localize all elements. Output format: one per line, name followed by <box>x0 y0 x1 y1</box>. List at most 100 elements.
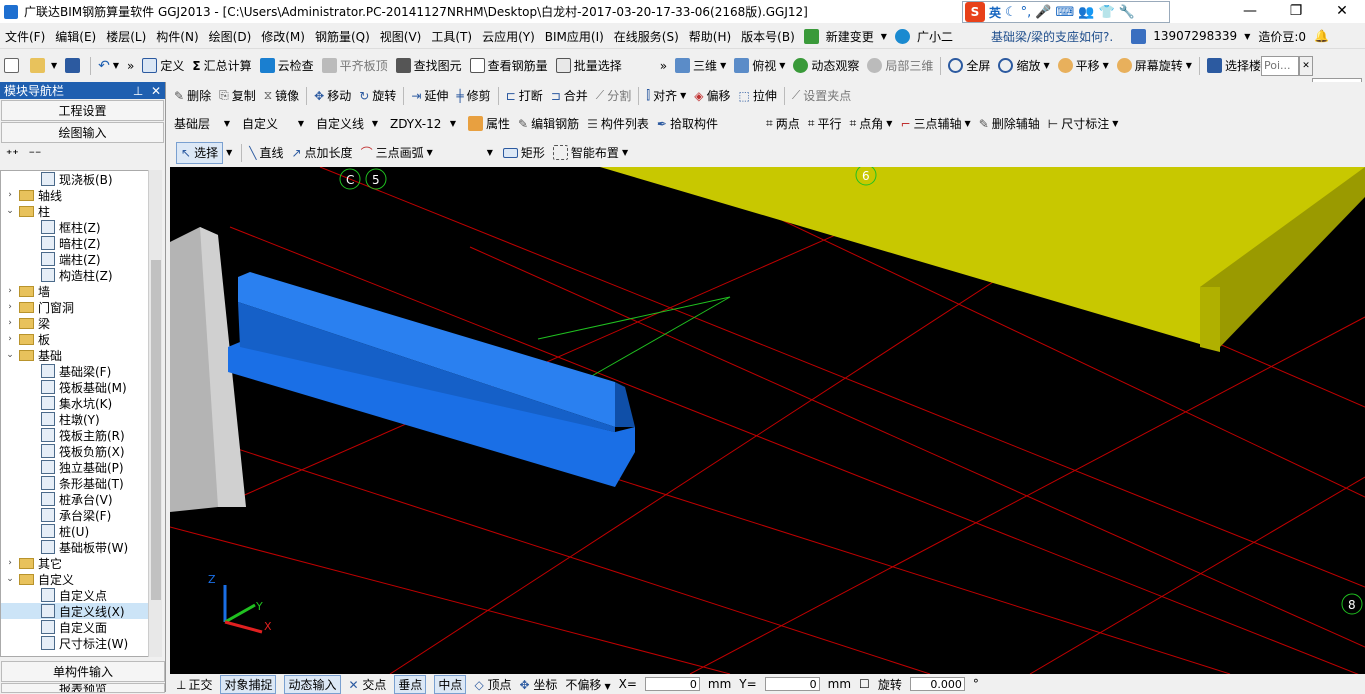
tree-item[interactable]: 构造柱(Z) <box>1 267 149 283</box>
wrench-icon[interactable]: 🔧 <box>1119 5 1135 20</box>
price-bean[interactable]: 造价豆:0 <box>1254 28 1310 45</box>
minimize-button[interactable]: — <box>1227 0 1273 22</box>
menu-help[interactable]: 帮助(H) <box>684 28 736 45</box>
coordinate-snap[interactable]: ✥ 坐标 <box>520 676 558 693</box>
split-button[interactable]: ⟋ 分割 <box>592 85 635 107</box>
expand-all-icon[interactable]: ⁺⁺ <box>6 147 19 161</box>
menu-draw[interactable]: 绘图(D) <box>204 28 257 45</box>
expand-icon[interactable]: › <box>5 318 15 328</box>
collapse-icon[interactable]: ⌄ <box>5 574 15 584</box>
sogou-ime-icon[interactable]: S <box>965 2 985 22</box>
set-grip-button[interactable]: ⟋ 设置夹点 <box>788 85 855 107</box>
menu-online-service[interactable]: 在线服务(S) <box>609 28 684 45</box>
tree-item[interactable]: 基础梁(F) <box>1 363 149 379</box>
more-icon[interactable]: » <box>656 55 671 77</box>
layer-select[interactable]: 基础层 ▼ <box>170 114 234 134</box>
extend-button[interactable]: ⇥ 延伸 <box>407 85 452 107</box>
tree-item[interactable]: 基础板带(W) <box>1 539 149 555</box>
tree-item[interactable]: 独立基础(P) <box>1 459 149 475</box>
expand-icon[interactable]: › <box>5 558 15 568</box>
skin-icon[interactable]: 👕 <box>1098 5 1114 20</box>
three-point-axis-button[interactable]: ⌐ 三点辅轴 ▼ <box>896 113 974 135</box>
rectangle-button[interactable]: 矩形 <box>499 142 549 164</box>
menu-tools[interactable]: 工具(T) <box>426 28 477 45</box>
cloud-check-button[interactable]: 云检查 <box>256 55 318 77</box>
foundation-beam-yellow[interactable] <box>600 167 1365 352</box>
category-select[interactable]: 自定义 ▼ <box>238 114 308 134</box>
object-snap-toggle[interactable]: 对象捕捉 <box>220 674 277 694</box>
trim-button[interactable]: ╪ 修剪 <box>452 85 494 107</box>
element-list-button[interactable]: ☰ 构件列表 <box>583 113 653 135</box>
tree-item[interactable]: 集水坑(K) <box>1 395 149 411</box>
tree-item[interactable]: 尺寸标注(W) <box>1 635 149 651</box>
restore-button[interactable]: ❐ <box>1273 0 1319 22</box>
flush-slab-button[interactable]: 平齐板顶 <box>318 55 392 77</box>
break-button[interactable]: ⊏ 打断 <box>502 85 547 107</box>
menu-file[interactable]: 文件(F) <box>0 28 50 45</box>
menu-bim[interactable]: BIM应用(I) <box>540 28 609 45</box>
delete-button[interactable]: ✎ 删除 <box>170 85 215 107</box>
chevron-down-icon[interactable]: ▼ <box>487 148 493 157</box>
tree-folder[interactable]: ⌄ 基础 <box>1 347 149 363</box>
search-input[interactable] <box>1260 55 1299 76</box>
menu-view[interactable]: 视图(V) <box>375 28 427 45</box>
rotate-checkbox[interactable]: ☐ <box>859 677 870 691</box>
undo-button[interactable]: ↶ ▼ <box>94 55 123 77</box>
tree-folder[interactable]: › 其它 <box>1 555 149 571</box>
line-button[interactable]: ╲ 直线 <box>245 142 287 164</box>
offset-mode-select[interactable]: 不偏移 ▼ <box>565 676 610 693</box>
save-button[interactable] <box>61 55 87 77</box>
element-select[interactable]: ZDYX-12 ▼ <box>386 114 460 134</box>
tree-item[interactable]: 桩承台(V) <box>1 491 149 507</box>
offset-button[interactable]: ◈ 偏移 <box>690 85 734 107</box>
rotate-button[interactable]: ↻ 旋转 <box>355 85 400 107</box>
tree-item[interactable]: 筏板基础(M) <box>1 379 149 395</box>
tree-item[interactable]: 筏板主筋(R) <box>1 427 149 443</box>
find-element-button[interactable]: 查找图元 <box>392 55 466 77</box>
collapse-all-icon[interactable]: ⁻⁻ <box>29 147 42 161</box>
ime-language-indicator[interactable]: 英 <box>989 4 1001 21</box>
bell-icon[interactable]: 🔔 <box>1310 29 1333 43</box>
collapse-icon[interactable]: ⌄ <box>5 206 15 216</box>
tree-item[interactable]: 自定义点 <box>1 587 149 603</box>
new-file-button[interactable] <box>0 55 26 77</box>
point-length-button[interactable]: ↗ 点加长度 <box>287 142 356 164</box>
intersection-snap[interactable]: ✕ 交点 <box>349 676 387 693</box>
property-button[interactable]: 属性 <box>464 113 514 135</box>
tree-folder[interactable]: › 轴线 <box>1 187 149 203</box>
midpoint-snap[interactable]: 中点 <box>434 674 467 694</box>
menu-rebar-quantity[interactable]: 钢筋量(Q) <box>310 28 375 45</box>
select-button[interactable]: ↖ 选择 <box>176 141 224 164</box>
3d-viewport[interactable]: C 5 6 8 Z Y X <box>170 167 1365 674</box>
tree-item[interactable]: 桩(U) <box>1 523 149 539</box>
dimension-button[interactable]: ⊢ 尺寸标注 ▼ <box>1044 113 1123 135</box>
merge-button[interactable]: ⊐ 合并 <box>547 85 592 107</box>
menu-floor[interactable]: 楼层(L) <box>101 28 151 45</box>
tree-item[interactable]: 端柱(Z) <box>1 251 149 267</box>
select-floor-button[interactable]: 选择楼 <box>1203 55 1261 77</box>
perpendicular-snap[interactable]: 垂点 <box>394 674 427 694</box>
view-rebar-button[interactable]: 查看钢筋量 <box>466 55 552 77</box>
collapse-icon[interactable]: ⌄ <box>5 350 15 360</box>
custom-line-blue[interactable] <box>228 272 635 487</box>
top-view-button[interactable]: 俯视 ▼ <box>730 55 789 77</box>
tree-folder[interactable]: › 板 <box>1 331 149 347</box>
punctuation-icon[interactable]: °, <box>1021 5 1032 20</box>
x-coordinate-input[interactable] <box>644 677 700 691</box>
two-points-button[interactable]: ⌗ 两点 <box>762 113 804 135</box>
tree-item[interactable]: 筏板负筋(X) <box>1 443 149 459</box>
tree-item[interactable]: 暗柱(Z) <box>1 235 149 251</box>
tree-folder[interactable]: ⌄ 柱 <box>1 203 149 219</box>
close-icon[interactable]: ✕ <box>151 84 161 98</box>
ortho-toggle[interactable]: ⊥ 正交 <box>176 676 212 693</box>
tree-item[interactable]: 柱墩(Y) <box>1 411 149 427</box>
menu-edit[interactable]: 编辑(E) <box>50 28 101 45</box>
expand-icon[interactable]: › <box>5 302 15 312</box>
drawing-input-button[interactable]: 绘图输入 <box>1 122 164 143</box>
expand-icon[interactable]: › <box>5 286 15 296</box>
viewport-canvas[interactable]: C 5 6 8 Z Y X <box>170 167 1365 674</box>
mirror-button[interactable]: ⧖ 镜像 <box>260 85 303 107</box>
menu-element[interactable]: 构件(N) <box>151 28 203 45</box>
delete-axis-button[interactable]: ✎ 删除辅轴 <box>975 113 1044 135</box>
tree-folder[interactable]: › 门窗洞 <box>1 299 149 315</box>
